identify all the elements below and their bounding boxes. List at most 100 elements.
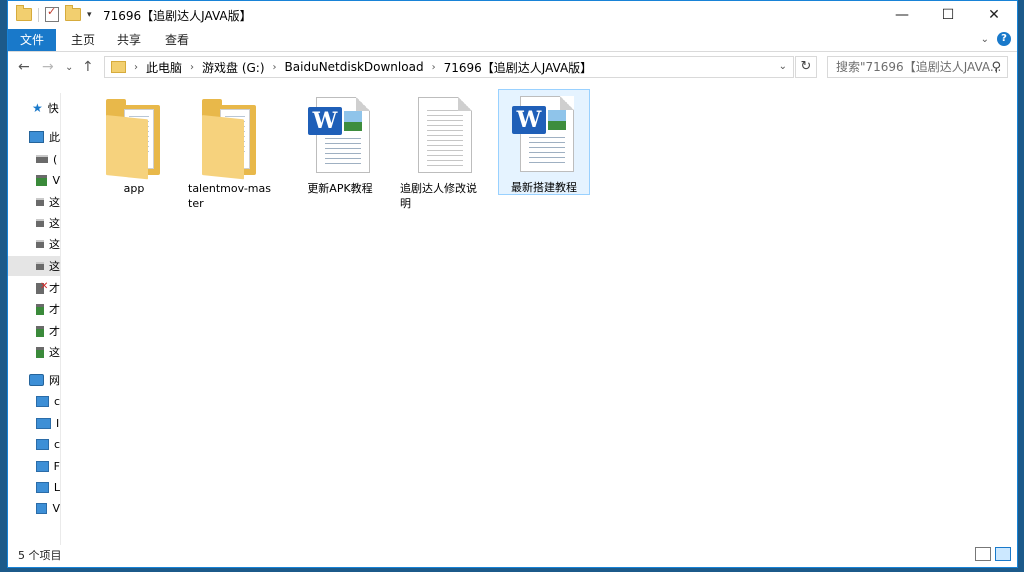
tab-home[interactable]: 主页 [64,29,102,51]
file-item-word-doc-selected[interactable]: W 最新搭建教程 [498,89,590,195]
back-arrow-icon[interactable]: ← [18,59,30,75]
new-folder-icon[interactable] [65,5,81,21]
nav-item-label: 这 [49,217,60,230]
network-drive-icon [36,346,44,358]
nav-item-label: V [52,501,60,515]
nav-item-drive[interactable]: 这 [8,192,60,212]
file-name: app [123,182,145,195]
window-title: 71696【追剧达人JAVA版】 [103,9,252,23]
nav-item-network[interactable]: 网 [8,370,60,390]
nav-item-network-drive[interactable]: V [8,170,60,190]
search-icon[interactable]: ⚲ [991,58,1001,77]
computer-icon [36,481,49,493]
title-bar: ▾ 71696【追剧达人JAVA版】 — ☐ ✕ [8,1,1017,29]
nav-item-computer[interactable]: L [8,477,60,497]
breadcrumb-separator-icon[interactable]: › [432,62,436,73]
breadcrumb-current-folder[interactable]: 71696【追剧达人JAVA版】 [444,59,593,76]
search-input[interactable]: 搜索"71696【追剧达人JAVA... ⚲ [827,56,1008,78]
nav-item-label: 这 [49,196,60,209]
breadcrumb-this-pc[interactable]: 此电脑 [146,59,182,76]
customize-toolbar-chevron-icon[interactable]: ▾ [87,10,92,20]
expand-ribbon-chevron-icon[interactable]: ⌄ [981,34,989,45]
close-button[interactable]: ✕ [971,1,1017,29]
tab-view[interactable]: 查看 [158,29,196,51]
nav-item-label: F [53,459,60,473]
nav-item-computer[interactable]: c [8,391,60,411]
nav-item-this-pc[interactable]: 此 [8,127,60,147]
this-pc-icon [29,131,44,143]
breadcrumb-separator-icon[interactable]: › [134,62,138,73]
explorer-window: ▾ 71696【追剧达人JAVA版】 — ☐ ✕ 文件 主页 共享 查看 ⌄ ?… [7,0,1018,568]
nav-item-label: 这 [49,260,60,273]
breadcrumb-separator-icon[interactable]: › [273,62,277,73]
file-list: app talentmov-master W 更新APK教程 追剧达人修改说明 … [68,87,1008,537]
file-name: 最新搭建教程 [511,181,577,194]
nav-item-label: 这 [49,238,60,251]
disconnected-drive-icon [36,281,48,294]
file-item-folder[interactable]: talentmov-master [184,91,276,211]
search-placeholder: 搜索"71696【追剧达人JAVA... [836,60,1002,74]
nav-item-label: 才 [49,303,60,316]
breadcrumb-baidu-download[interactable]: BaiduNetdiskDownload [285,60,424,74]
window-controls: — ☐ ✕ [879,1,1017,29]
nav-item-computer[interactable]: F [8,456,60,476]
nav-item-label: c [53,394,60,408]
word-document-icon: W [512,96,576,176]
forward-arrow-icon[interactable]: → [42,59,54,75]
nav-item-label: ( [53,152,58,166]
folder-icon [102,97,166,180]
nav-item-drive[interactable]: 这 [8,234,60,254]
ribbon-right-controls: ⌄ ? [981,32,1011,46]
nav-item-network-drive[interactable]: 这 [8,342,60,362]
address-row: ← → ⌄ ↑ › 此电脑 › 游戏盘 (G:) › BaiduNetdiskD… [8,52,1017,82]
nav-item-label: 此 [49,131,60,144]
file-name: talentmov-master [188,182,271,210]
details-view-icon[interactable] [975,547,991,561]
nav-item-computer[interactable]: c [8,434,60,454]
computer-icon [36,395,49,407]
status-bar: 5 个项目 [8,543,1017,565]
quick-access-toolbar: ▾ [16,5,92,22]
nav-item-computer[interactable]: V [8,498,60,518]
tab-file[interactable]: 文件 [8,29,56,51]
breadcrumb-separator-icon[interactable]: › [190,62,194,73]
nav-item-computer[interactable]: I [8,413,60,433]
drive-icon [36,155,48,163]
divider [38,7,39,22]
nav-item-drive[interactable]: 这 [8,213,60,233]
nav-item-label: 网 [49,374,60,387]
file-item-folder[interactable]: app [88,91,180,196]
nav-item-network-drive[interactable]: 才 [8,299,60,319]
nav-item-disconnected-drive[interactable]: 才 [8,278,60,298]
file-name: 追剧达人修改说明 [400,182,477,210]
address-bar[interactable]: › 此电脑 › 游戏盘 (G:) › BaiduNetdiskDownload … [104,56,794,78]
file-name: 更新APK教程 [307,182,373,195]
nav-item-label: 这 [49,346,60,359]
refresh-icon[interactable]: ↻ [795,56,817,78]
minimize-button[interactable]: — [879,1,925,29]
file-item-text-doc[interactable]: 追剧达人修改说明 [396,91,488,211]
maximize-button[interactable]: ☐ [925,1,971,29]
navigation-pane: ★ 快 此 ( V 这 这 这 这 ✕ 才 才 才 这 网 c I c F L … [8,93,61,545]
network-drive-icon [36,303,44,315]
file-item-word-doc[interactable]: W 更新APK教程 [294,91,386,196]
tab-share[interactable]: 共享 [110,29,148,51]
drive-icon [36,198,44,206]
folder-icon [111,61,126,73]
recent-locations-chevron-icon[interactable]: ⌄ [65,62,73,73]
properties-icon[interactable] [45,5,59,22]
breadcrumb-drive-g[interactable]: 游戏盘 (G:) [202,59,265,76]
nav-item-drive-selected[interactable]: 这 [8,256,60,276]
up-arrow-icon[interactable]: ↑ [82,59,94,75]
view-toggle [975,547,1011,561]
nav-item-quick-access[interactable]: ★ 快 [8,98,60,118]
drive-icon [36,240,44,248]
nav-item-network-drive[interactable]: 才 [8,321,60,341]
help-icon[interactable]: ? [997,32,1011,46]
large-icons-view-icon[interactable] [995,547,1011,561]
nav-item-drive[interactable]: ( [8,149,60,169]
address-dropdown-chevron-icon[interactable]: ⌄ [779,61,787,72]
drive-icon [36,262,44,270]
computer-icon [36,417,51,429]
quick-access-star-icon: ★ [32,101,43,115]
